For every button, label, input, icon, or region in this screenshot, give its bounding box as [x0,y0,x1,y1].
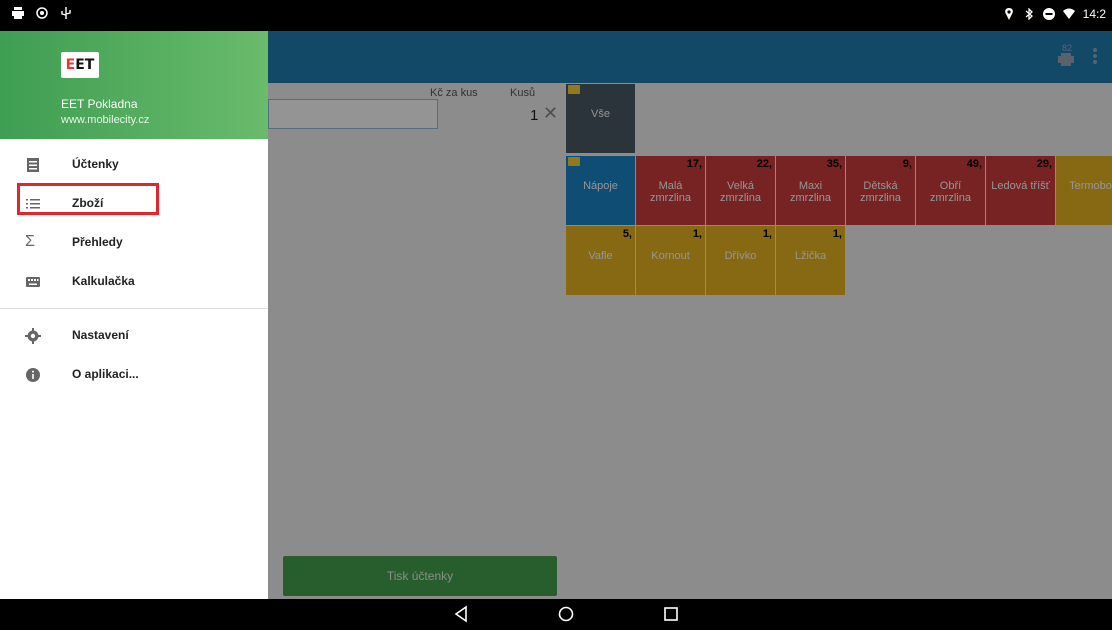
selection-highlight [17,183,159,215]
menu-item-nastaveni[interactable]: Nastavení [0,317,268,355]
print-notification-icon [12,7,24,19]
app-url: www.mobilecity.cz [61,114,150,126]
eet-logo: EET [61,52,99,78]
wifi-icon [1062,8,1075,20]
app-name: EET Pokladna [61,97,138,111]
receipt-icon [25,157,41,173]
system-nav-bar [0,599,1112,630]
navigation-drawer: EET EET Pokladna www.mobilecity.cz Účten… [0,31,268,599]
drawer-header: EET EET Pokladna www.mobilecity.cz [0,31,268,139]
menu-item-o-aplikaci[interactable]: O aplikaci... [0,356,268,394]
info-icon [25,367,41,383]
back-icon[interactable] [452,605,470,623]
home-icon[interactable] [557,605,575,623]
bluetooth-icon [1023,7,1035,21]
usb-icon [60,7,72,19]
sigma-icon: Σ [25,233,35,250]
dnd-icon [1042,8,1055,20]
nfc-icon [36,7,48,19]
clock: 14:2 [1082,7,1106,21]
keyboard-icon [25,274,41,290]
menu-divider [0,308,268,309]
menu-item-kalkulacka[interactable]: Kalkulačka [0,263,268,301]
menu-item-uctenky[interactable]: Účtenky [0,146,268,184]
location-icon [1003,8,1015,20]
app-window: 82 Kč za kus Kusů 1 ✕ Vše Nápoje 17, Malá z… [0,31,1112,599]
status-bar: 14:2 [0,0,1112,31]
menu-item-prehledy[interactable]: Σ Přehledy [0,224,268,262]
recents-icon[interactable] [662,605,680,623]
gear-icon [25,328,41,344]
